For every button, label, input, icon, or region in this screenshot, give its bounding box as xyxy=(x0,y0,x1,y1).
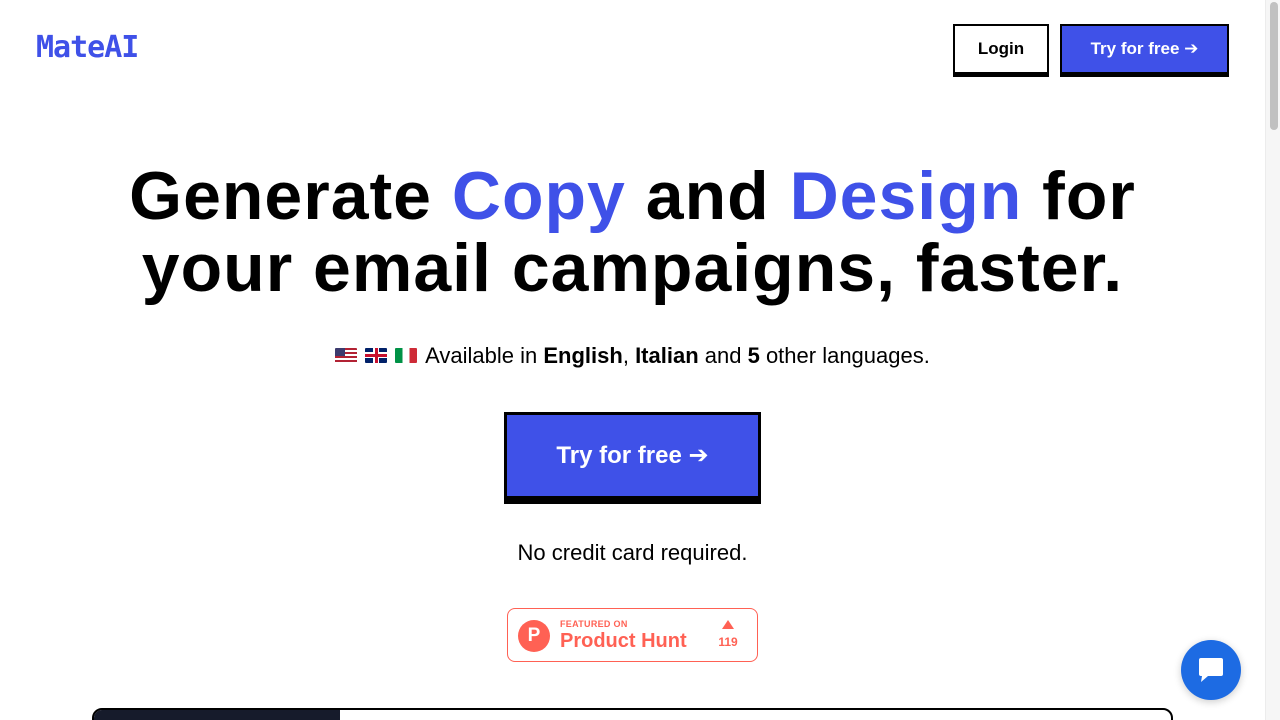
preview-frame xyxy=(92,708,1173,720)
hero-title-text: and xyxy=(625,158,790,234)
chat-launcher-button[interactable] xyxy=(1181,640,1241,700)
logo[interactable]: MateAI xyxy=(36,30,139,65)
hero-title: Generate Copy and Design for your email … xyxy=(0,160,1265,304)
page-scrollbar[interactable] xyxy=(1265,0,1280,720)
hero-title-accent-design: Design xyxy=(789,158,1023,234)
product-hunt-name: Product Hunt xyxy=(560,630,687,652)
hero-title-accent-copy: Copy xyxy=(451,158,626,234)
languages-line: Available in English, Italian and 5 othe… xyxy=(0,343,1265,369)
hero-title-text: Generate xyxy=(129,158,452,234)
italy-flag-icon xyxy=(395,347,418,363)
product-hunt-featured-label: FEATURED ON xyxy=(560,619,628,629)
product-hunt-logo-icon: P xyxy=(518,620,550,652)
hero-try-free-button[interactable]: Try for free ➔ xyxy=(504,412,761,499)
languages-prefix: Available in xyxy=(425,343,544,368)
languages-and: and xyxy=(698,343,748,368)
preview-frame-sidebar xyxy=(94,710,340,720)
scrollbar-thumb[interactable] xyxy=(1270,2,1278,130)
other-languages-count: 5 xyxy=(747,343,760,368)
uk-flag-icon xyxy=(365,347,388,363)
us-flag-icon xyxy=(335,347,358,363)
hero-title-line2: your email campaigns, faster. xyxy=(141,230,1124,306)
no-credit-card-note: No credit card required. xyxy=(517,540,748,565)
language-english: English xyxy=(543,343,623,368)
header-try-free-button[interactable]: Try for free ➔ xyxy=(1060,24,1229,74)
login-button[interactable]: Login xyxy=(953,24,1049,74)
product-hunt-upvotes: 119 xyxy=(715,620,741,649)
landing-page: MateAI Login Try for free ➔ Generate Cop… xyxy=(0,0,1280,720)
chat-bubble-icon xyxy=(1199,658,1223,682)
hero-title-text: for xyxy=(1022,158,1136,234)
languages-suffix: other languages. xyxy=(759,343,930,368)
product-hunt-badge[interactable]: P FEATURED ON Product Hunt 119 xyxy=(507,608,758,662)
languages-separator: , xyxy=(622,343,636,368)
upvote-arrow-icon xyxy=(722,620,734,629)
product-hunt-upvote-count: 119 xyxy=(718,635,738,649)
language-italian: Italian xyxy=(635,343,699,368)
